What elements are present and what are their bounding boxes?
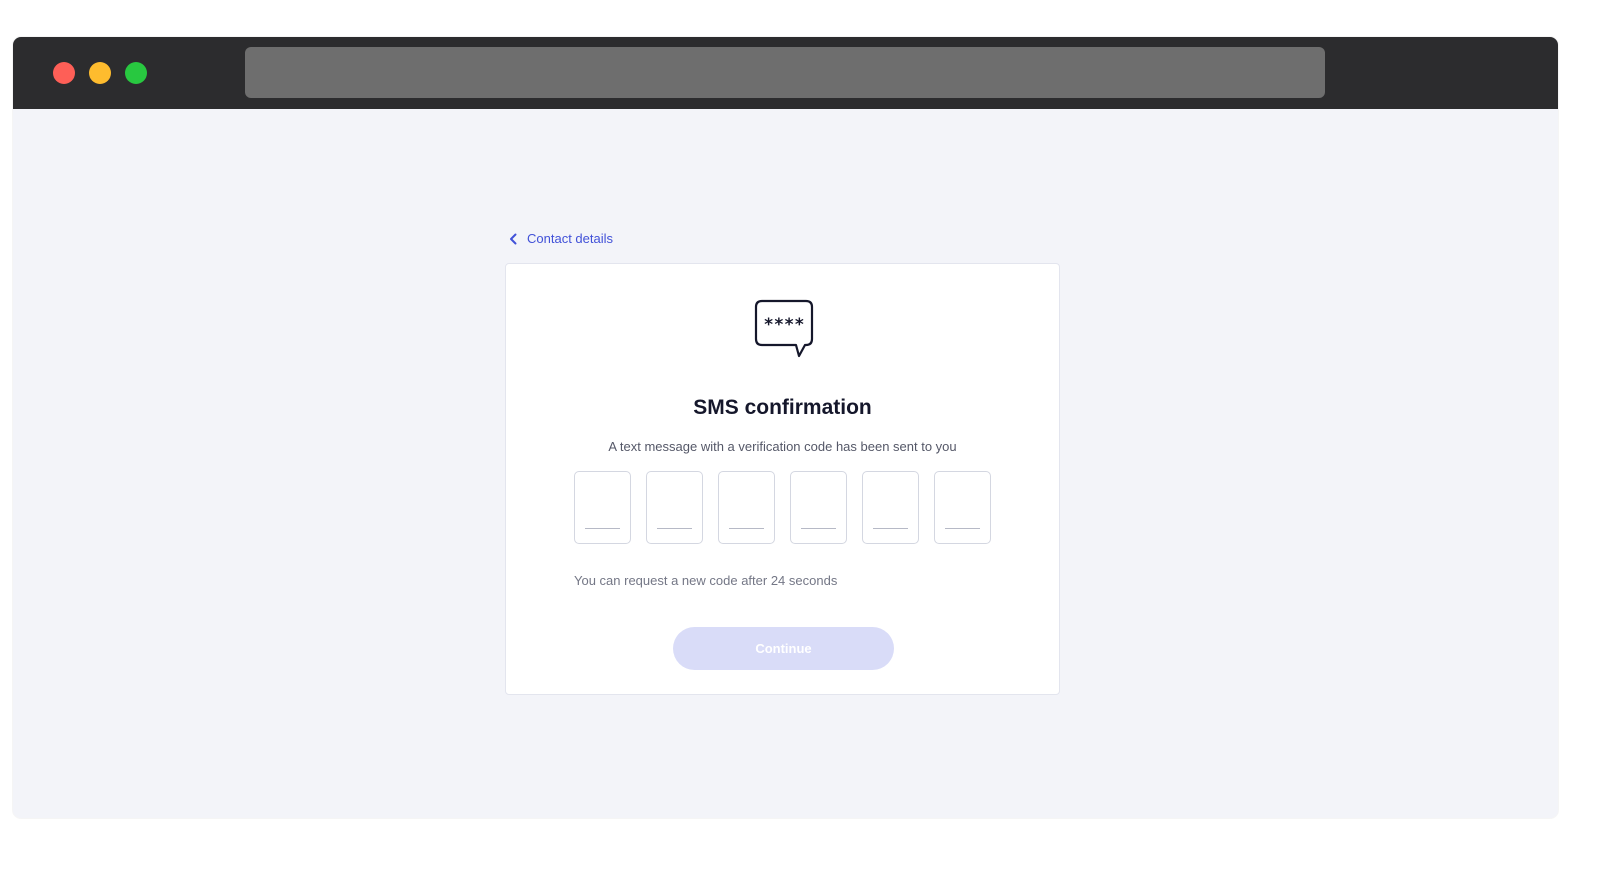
page-subtitle: A text message with a verification code … (608, 439, 957, 454)
code-digit-underline (945, 528, 980, 529)
close-window-button[interactable] (53, 62, 75, 84)
code-digit-input-6[interactable] (934, 471, 991, 544)
continue-button[interactable]: Continue (673, 627, 894, 670)
speech-bubble-asterisks-icon: **** (754, 299, 814, 358)
page-title: SMS confirmation (693, 396, 872, 419)
code-digit-input-4[interactable] (790, 471, 847, 544)
code-digit-input-3[interactable] (718, 471, 775, 544)
code-digit-underline (801, 528, 836, 529)
chevron-left-icon (510, 233, 517, 244)
icon-asterisks-text: **** (764, 315, 805, 335)
code-digit-input-1[interactable] (574, 471, 631, 544)
code-digit-input-5[interactable] (862, 471, 919, 544)
code-digit-underline (585, 528, 620, 529)
sms-confirmation-card: **** SMS confirmation A text message wit… (505, 263, 1060, 695)
code-digit-input-2[interactable] (646, 471, 703, 544)
back-link-label: Contact details (527, 231, 613, 246)
browser-window: Contact details **** SMS confirmation A … (13, 37, 1558, 818)
back-link-contact-details[interactable]: Contact details (509, 231, 613, 246)
verification-code-inputs (574, 471, 991, 544)
resend-code-timer-text: You can request a new code after 24 seco… (574, 573, 838, 588)
zoom-window-button[interactable] (125, 62, 147, 84)
code-digit-underline (729, 528, 764, 529)
page-content: Contact details **** SMS confirmation A … (13, 109, 1558, 818)
code-digit-underline (873, 528, 908, 529)
minimize-window-button[interactable] (89, 62, 111, 84)
title-bar (13, 37, 1558, 109)
code-digit-underline (657, 528, 692, 529)
address-bar[interactable] (245, 47, 1325, 98)
